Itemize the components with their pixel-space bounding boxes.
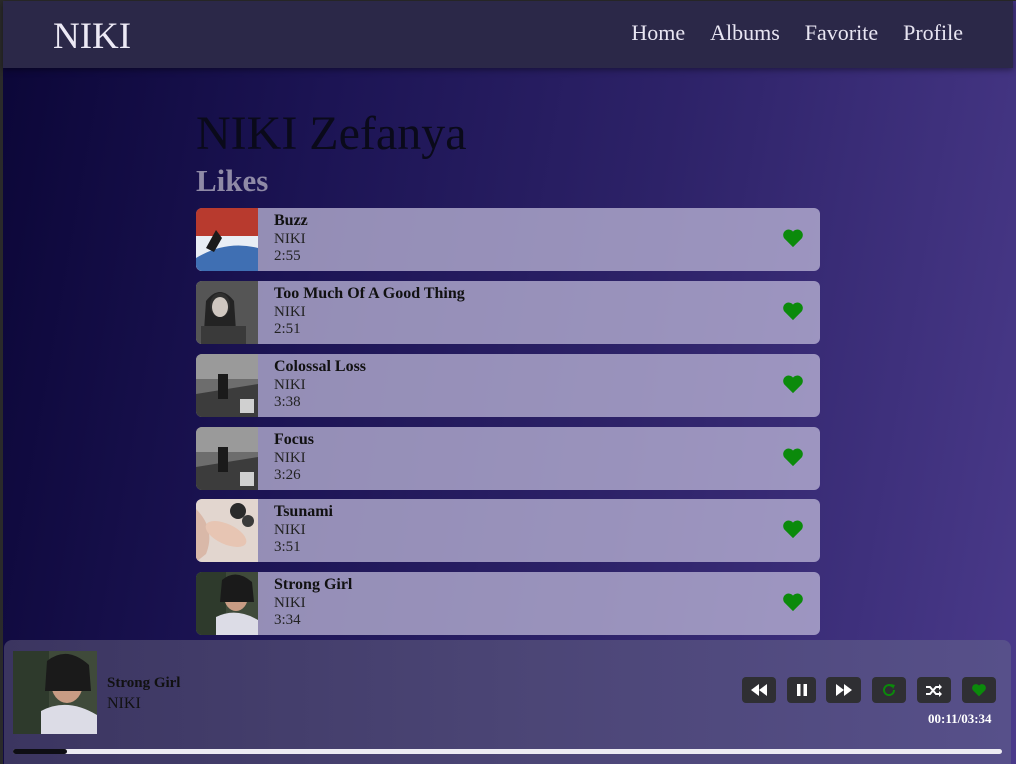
album-art — [196, 499, 258, 562]
artist-title: NIKI Zefanya — [196, 107, 467, 160]
song-artist: NIKI — [274, 377, 306, 393]
repeat-icon — [883, 684, 896, 697]
song-duration: 2:51 — [274, 321, 301, 337]
progress-bar[interactable] — [13, 749, 1002, 754]
heart-icon[interactable] — [782, 301, 804, 321]
heart-icon[interactable] — [782, 374, 804, 394]
song-duration: 2:55 — [274, 248, 301, 264]
shuffle-button[interactable] — [917, 677, 951, 703]
song-duration: 3:38 — [274, 394, 301, 410]
song-card-colossal-loss[interactable]: Colossal Loss NIKI 3:38 — [196, 354, 820, 417]
logo[interactable]: NIKI — [53, 15, 131, 58]
song-card-too-much[interactable]: Too Much Of A Good Thing NIKI 2:51 — [196, 281, 820, 344]
song-artist: NIKI — [274, 304, 306, 320]
rewind-button[interactable] — [742, 677, 776, 703]
song-card-tsunami[interactable]: Tsunami NIKI 3:51 — [196, 499, 820, 562]
nav-profile[interactable]: Profile — [903, 20, 963, 46]
fast-forward-button[interactable] — [826, 677, 861, 703]
album-art — [196, 281, 258, 344]
song-duration: 3:51 — [274, 539, 301, 555]
song-title: Colossal Loss — [274, 358, 367, 375]
shuffle-icon — [926, 683, 942, 697]
rewind-icon — [751, 684, 767, 696]
song-title: Tsunami — [274, 503, 333, 520]
album-art — [196, 572, 258, 635]
player-album-art — [13, 651, 97, 734]
song-title: Focus — [274, 431, 314, 448]
section-title: Likes — [196, 163, 269, 198]
song-duration: 3:34 — [274, 612, 301, 628]
song-title: Buzz — [274, 212, 308, 229]
player-artist: NIKI — [107, 695, 141, 712]
album-art — [196, 427, 258, 490]
like-button[interactable] — [962, 677, 996, 703]
heart-icon — [972, 684, 986, 697]
nav-favorite[interactable]: Favorite — [805, 20, 878, 46]
nav-links: Home Albums Favorite Profile — [631, 20, 963, 46]
navbar: NIKI Home Albums Favorite Profile — [3, 1, 1013, 68]
nav-albums[interactable]: Albums — [710, 20, 780, 46]
repeat-button[interactable] — [872, 677, 906, 703]
song-artist: NIKI — [274, 450, 306, 466]
nav-home[interactable]: Home — [631, 20, 685, 46]
player-bar: Strong Girl NIKI 00:11/03:34 — [4, 640, 1011, 764]
song-artist: NIKI — [274, 522, 306, 538]
song-title: Strong Girl — [274, 576, 353, 593]
song-title: Too Much Of A Good Thing — [274, 285, 465, 302]
song-duration: 3:26 — [274, 467, 301, 483]
song-card-focus[interactable]: Focus NIKI 3:26 — [196, 427, 820, 490]
fast-forward-icon — [835, 684, 852, 696]
player-song-title: Strong Girl — [107, 675, 181, 691]
heart-icon[interactable] — [782, 592, 804, 612]
song-card-strong-girl[interactable]: Strong Girl NIKI 3:34 — [196, 572, 820, 635]
progress-fill — [13, 749, 68, 754]
song-card-buzz[interactable]: Buzz NIKI 2:55 — [196, 208, 820, 271]
pause-icon — [796, 684, 807, 696]
playback-time: 00:11/03:34 — [928, 711, 992, 726]
heart-icon[interactable] — [782, 447, 804, 467]
album-art — [196, 354, 258, 417]
song-artist: NIKI — [274, 595, 306, 611]
heart-icon[interactable] — [782, 519, 804, 539]
heart-icon[interactable] — [782, 228, 804, 248]
pause-button[interactable] — [787, 677, 816, 703]
album-art — [196, 208, 258, 271]
song-artist: NIKI — [274, 231, 306, 247]
